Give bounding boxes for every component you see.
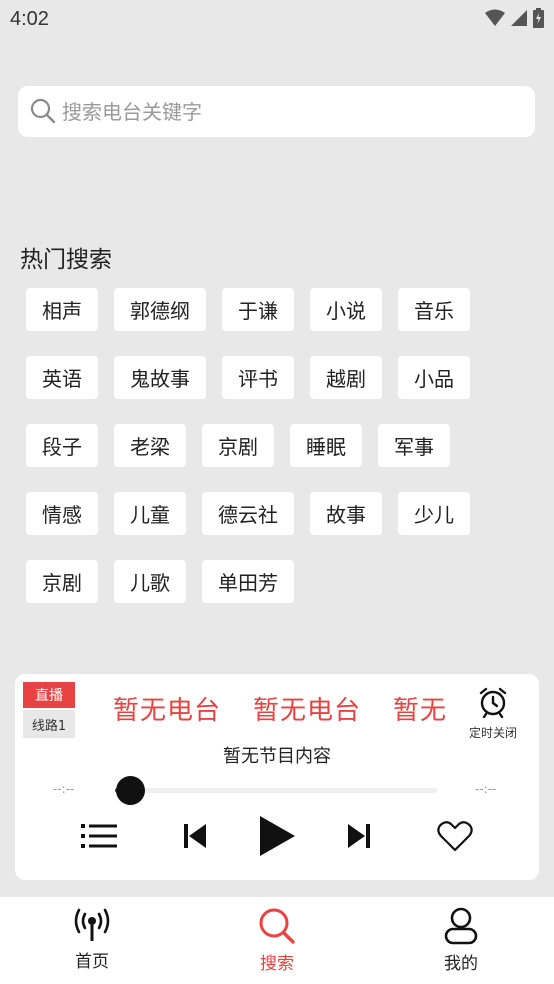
skip-previous-icon [184, 824, 206, 848]
mini-player: 直播 线路1 暂无电台 暂无电台 暂无电台 定时关闭 暂无节目内容 --:-- --… [15, 674, 539, 880]
hot-tag[interactable]: 德云社 [202, 492, 294, 535]
hot-tag[interactable]: 小说 [310, 288, 382, 331]
battery-icon [533, 8, 544, 28]
hot-tag[interactable]: 鬼故事 [114, 356, 206, 399]
alarm-clock-icon [479, 687, 507, 719]
hot-tag[interactable]: 情感 [26, 492, 98, 535]
hot-tag[interactable]: 军事 [378, 424, 450, 467]
search-input[interactable] [60, 94, 524, 130]
hot-tag[interactable]: 音乐 [398, 288, 470, 331]
tag-row: 英语 鬼故事 评书 越剧 小品 [26, 356, 536, 399]
tag-row: 相声 郭德纲 于谦 小说 音乐 [26, 288, 536, 331]
status-time: 4:02 [10, 8, 49, 30]
hot-tag[interactable]: 儿童 [114, 492, 186, 535]
tab-search[interactable]: 搜索 [217, 907, 337, 974]
time-total: --:-- [475, 782, 497, 796]
hot-tag[interactable]: 老梁 [114, 424, 186, 467]
hot-tag[interactable]: 相声 [26, 288, 98, 331]
time-current: --:-- [53, 782, 75, 796]
hot-tag[interactable]: 京剧 [202, 424, 274, 467]
hot-search-tags: 相声 郭德纲 于谦 小说 音乐 英语 鬼故事 评书 越剧 小品 段子 老梁 京剧… [26, 288, 536, 628]
sleep-timer-button[interactable]: 定时关闭 [465, 686, 521, 741]
sleep-timer-label: 定时关闭 [468, 726, 517, 740]
hot-tag[interactable]: 睡眠 [290, 424, 362, 467]
hot-tag[interactable]: 郭德纲 [114, 288, 206, 331]
station-name: 暂无电台 [253, 696, 362, 726]
wifi-icon [485, 9, 505, 26]
search-box[interactable] [18, 86, 535, 137]
tab-mine-label: 我的 [444, 954, 478, 974]
hot-tag[interactable]: 英语 [26, 356, 98, 399]
hot-tag[interactable]: 单田芳 [202, 560, 294, 603]
progress-thumb[interactable] [116, 776, 146, 805]
next-button[interactable] [337, 814, 381, 858]
skip-next-icon [348, 824, 370, 848]
play-icon [260, 816, 295, 856]
search-icon [30, 98, 56, 124]
hot-search-title: 热门搜索 [20, 247, 112, 273]
hot-tag[interactable]: 儿歌 [114, 560, 186, 603]
tag-row: 段子 老梁 京剧 睡眠 军事 [26, 424, 536, 467]
hot-tag[interactable]: 越剧 [310, 356, 382, 399]
tag-row: 情感 儿童 德云社 故事 少儿 [26, 492, 536, 535]
tab-home-label: 首页 [75, 952, 109, 972]
playlist-button[interactable] [77, 814, 121, 858]
status-icons [485, 8, 544, 28]
user-icon [444, 907, 478, 945]
station-marquee: 暂无电台 暂无电台 暂无电台 [113, 690, 447, 730]
heart-icon [437, 821, 473, 852]
hot-tag[interactable]: 故事 [310, 492, 382, 535]
live-badge: 直播 [23, 682, 75, 708]
search-icon [259, 908, 295, 944]
tag-row: 京剧 儿歌 单田芳 [26, 560, 536, 603]
station-name: 暂无电台 [393, 696, 447, 726]
program-title: 暂无节目内容 [223, 746, 331, 767]
hot-tag[interactable]: 少儿 [398, 492, 470, 535]
hot-tag[interactable]: 京剧 [26, 560, 98, 603]
tab-search-label: 搜索 [260, 954, 294, 974]
signal-icon [511, 10, 527, 26]
playlist-icon [81, 824, 117, 848]
hot-tag[interactable]: 段子 [26, 424, 98, 467]
radio-antenna-icon [74, 908, 110, 941]
tab-home[interactable]: 首页 [32, 907, 152, 972]
play-button[interactable] [253, 812, 301, 860]
hot-tag[interactable]: 评书 [222, 356, 294, 399]
station-name: 暂无电台 [113, 696, 222, 726]
line-selector[interactable]: 线路1 [23, 710, 75, 738]
favorite-button[interactable] [433, 814, 477, 858]
hot-tag[interactable]: 小品 [398, 356, 470, 399]
bottom-tab-bar: 首页 搜索 我的 [0, 897, 554, 984]
tab-mine[interactable]: 我的 [401, 907, 521, 974]
previous-button[interactable] [173, 814, 217, 858]
progress-slider[interactable] [115, 776, 437, 805]
status-bar: 4:02 [0, 0, 554, 38]
hot-tag[interactable]: 于谦 [222, 288, 294, 331]
